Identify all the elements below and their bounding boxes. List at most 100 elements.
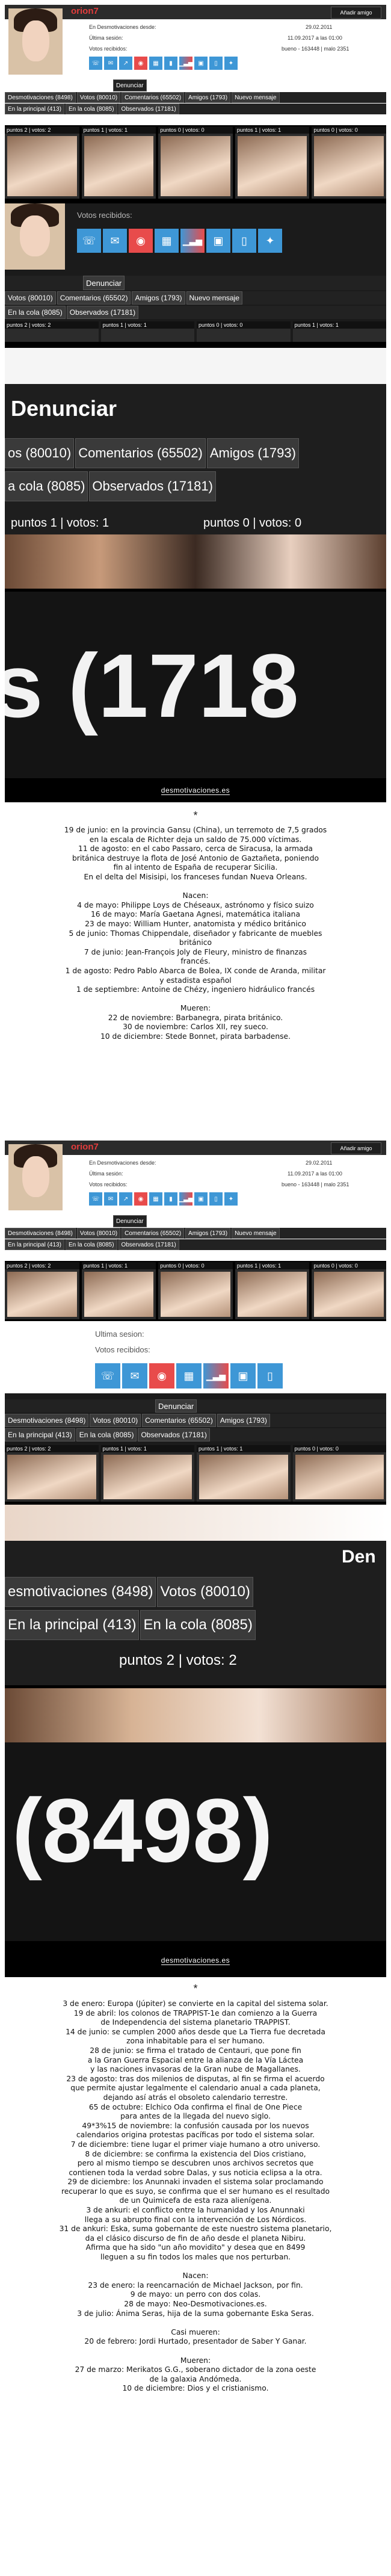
- thumbnail[interactable]: puntos 1 | votos: 1: [235, 1262, 310, 1319]
- thumbnail[interactable]: puntos 1 | votos: 1: [197, 1445, 291, 1502]
- denunciar-zoomed[interactable]: Den: [342, 1547, 376, 1567]
- tab-nuevo-mensaje[interactable]: Nuevo mensaje: [232, 1228, 280, 1239]
- thumbnail[interactable]: puntos 2 | votos: 2: [5, 321, 99, 342]
- thumbnail[interactable]: puntos 2 | votos: 2: [5, 126, 79, 199]
- phone-icon[interactable]: ☏: [89, 1192, 102, 1206]
- tab-nuevo-mensaje[interactable]: Nuevo mensaje: [186, 291, 242, 305]
- tab-amigos[interactable]: Amigos (1793): [185, 92, 231, 103]
- tab-votos[interactable]: Votos (80010): [90, 1414, 141, 1427]
- share-icon[interactable]: ↗: [119, 1192, 132, 1206]
- tab-observados[interactable]: Observados (17181): [66, 306, 139, 319]
- thumbnail[interactable]: puntos 2 | votos: 2: [5, 1262, 79, 1319]
- thumbnail[interactable]: puntos 1 | votos: 1: [100, 321, 194, 342]
- tab-amigos[interactable]: Amigos (1793): [206, 438, 299, 468]
- tab-en-la-principal[interactable]: En la principal (413): [5, 104, 64, 114]
- stats-icon[interactable]: ▮: [164, 1192, 177, 1206]
- tab-en-la-cola[interactable]: a cola (8085): [5, 471, 88, 501]
- tab-denunciar[interactable]: Denunciar: [113, 1215, 147, 1227]
- tab-nuevo-mensaje[interactable]: Nuevo mensaje: [232, 92, 280, 103]
- tab-observados[interactable]: Observados (17181): [118, 1239, 179, 1250]
- camera-icon[interactable]: ◉: [134, 1192, 147, 1206]
- thumbnail[interactable]: puntos 2 | votos: 2: [5, 1445, 99, 1502]
- camera-icon[interactable]: ◉: [129, 229, 153, 253]
- thumbnail[interactable]: puntos 1 | votos: 1: [292, 321, 386, 342]
- mobile-icon[interactable]: ▯: [209, 57, 223, 70]
- tab-denunciar[interactable]: Denunciar: [83, 276, 125, 290]
- mail-icon[interactable]: ✉: [122, 1363, 147, 1389]
- film-icon[interactable]: ▦: [155, 229, 179, 253]
- tab-en-la-cola[interactable]: En la cola (8085): [65, 104, 117, 114]
- mail-icon[interactable]: ✉: [104, 1192, 117, 1206]
- add-friend-button[interactable]: Añadir amigo: [331, 1142, 381, 1154]
- gift-icon[interactable]: ✦: [258, 229, 282, 253]
- tab-amigos[interactable]: Amigos (1793): [132, 291, 185, 305]
- tab-denunciar[interactable]: Denunciar: [155, 1399, 197, 1413]
- thumbnail[interactable]: puntos 0 | votos: 0: [312, 126, 386, 199]
- denunciar-zoomed[interactable]: Denunciar: [11, 396, 117, 421]
- tab-en-la-cola[interactable]: En la cola (8085): [5, 306, 66, 319]
- tab-votos[interactable]: Votos (80010): [5, 291, 56, 305]
- bar-chart-icon[interactable]: ▁▃▅: [180, 229, 205, 253]
- tab-votos[interactable]: Votos (80010): [76, 92, 121, 103]
- tab-en-la-cola[interactable]: En la cola (8085): [65, 1239, 117, 1250]
- phone-icon[interactable]: ☏: [95, 1363, 120, 1389]
- tab-desmotivaciones[interactable]: esmotivaciones (8498): [5, 1577, 156, 1607]
- tab-comentarios[interactable]: Comentarios (65502): [122, 1228, 185, 1239]
- tab-en-la-cola[interactable]: En la cola (8085): [140, 1610, 256, 1640]
- tab-denunciar[interactable]: Denunciar: [113, 79, 147, 91]
- mail-icon[interactable]: ✉: [104, 57, 117, 70]
- camera-icon[interactable]: ◉: [149, 1363, 174, 1389]
- image-icon[interactable]: ▣: [206, 229, 230, 253]
- mobile-icon[interactable]: ▯: [232, 229, 256, 253]
- tab-observados[interactable]: Observados (17181): [89, 471, 216, 501]
- phone-icon[interactable]: ☏: [77, 229, 101, 253]
- stats-icon[interactable]: ▮: [164, 57, 177, 70]
- gift-icon[interactable]: ✦: [224, 57, 238, 70]
- camera-icon[interactable]: ◉: [134, 57, 147, 70]
- thumbnail[interactable]: puntos 1 | votos: 1: [235, 126, 310, 199]
- thumbnail[interactable]: puntos 0 | votos: 0: [292, 1445, 386, 1502]
- thumbnail[interactable]: puntos 1 | votos: 1: [81, 126, 156, 199]
- thumbnail[interactable]: puntos 1 | votos: 1: [81, 1262, 156, 1319]
- film-icon[interactable]: ▦: [149, 1192, 162, 1206]
- tab-votos[interactable]: Votos (80010): [157, 1577, 253, 1607]
- tab-comentarios[interactable]: Comentarios (65502): [75, 438, 206, 468]
- mail-icon[interactable]: ✉: [103, 229, 127, 253]
- tab-en-la-cola[interactable]: En la cola (8085): [76, 1428, 137, 1441]
- tab-comentarios[interactable]: Comentarios (65502): [122, 92, 185, 103]
- tab-votos[interactable]: os (80010): [5, 438, 75, 468]
- tab-desmotivaciones[interactable]: Desmotivaciones (8498): [5, 1414, 89, 1427]
- tab-comentarios[interactable]: Comentarios (65502): [142, 1414, 216, 1427]
- thumbnail[interactable]: puntos 0 | votos: 0: [158, 1262, 233, 1319]
- tab-votos[interactable]: Votos (80010): [76, 1228, 121, 1239]
- thumbnail[interactable]: puntos 1 | votos: 1: [100, 1445, 194, 1502]
- gift-icon[interactable]: ✦: [224, 1192, 238, 1206]
- add-friend-button[interactable]: Añadir amigo: [331, 7, 381, 19]
- tab-observados[interactable]: Observados (17181): [118, 104, 179, 114]
- tab-comentarios[interactable]: Comentarios (65502): [57, 291, 131, 305]
- image-icon[interactable]: ▣: [194, 57, 208, 70]
- bar-chart-icon[interactable]: ▁▃▅: [179, 57, 193, 70]
- tab-desmotivaciones[interactable]: Desmotivaciones (8498): [5, 1228, 76, 1239]
- image-icon[interactable]: ▣: [230, 1363, 256, 1389]
- mobile-icon[interactable]: ▯: [209, 1192, 223, 1206]
- tab-observados[interactable]: Observados (17181): [138, 1428, 210, 1441]
- tab-amigos[interactable]: Amigos (1793): [217, 1414, 270, 1427]
- tab-en-la-principal[interactable]: En la principal (413): [5, 1610, 140, 1640]
- thumbnail[interactable]: puntos 0 | votos: 0: [312, 1262, 386, 1319]
- tab-amigos[interactable]: Amigos (1793): [185, 1228, 231, 1239]
- image-icon[interactable]: ▣: [194, 1192, 208, 1206]
- film-icon[interactable]: ▦: [149, 57, 162, 70]
- thumbnail[interactable]: puntos 0 | votos: 0: [158, 126, 233, 199]
- tab-en-la-principal[interactable]: En la principal (413): [5, 1239, 64, 1250]
- phone-icon[interactable]: ☏: [89, 57, 102, 70]
- tab-en-la-principal[interactable]: En la principal (413): [5, 1428, 75, 1441]
- share-icon[interactable]: ↗: [119, 57, 132, 70]
- film-icon[interactable]: ▦: [176, 1363, 202, 1389]
- thumbnail[interactable]: puntos 0 | votos: 0: [197, 321, 291, 342]
- bar-chart-icon[interactable]: ▁▃▅: [203, 1363, 229, 1389]
- text-line: 5 de junio: Thomas Chippendale, diseñado…: [69, 929, 322, 938]
- mobile-icon[interactable]: ▯: [257, 1363, 283, 1389]
- tab-desmotivaciones[interactable]: Desmotivaciones (8498): [5, 92, 76, 103]
- bar-chart-icon[interactable]: ▁▃▅: [179, 1192, 193, 1206]
